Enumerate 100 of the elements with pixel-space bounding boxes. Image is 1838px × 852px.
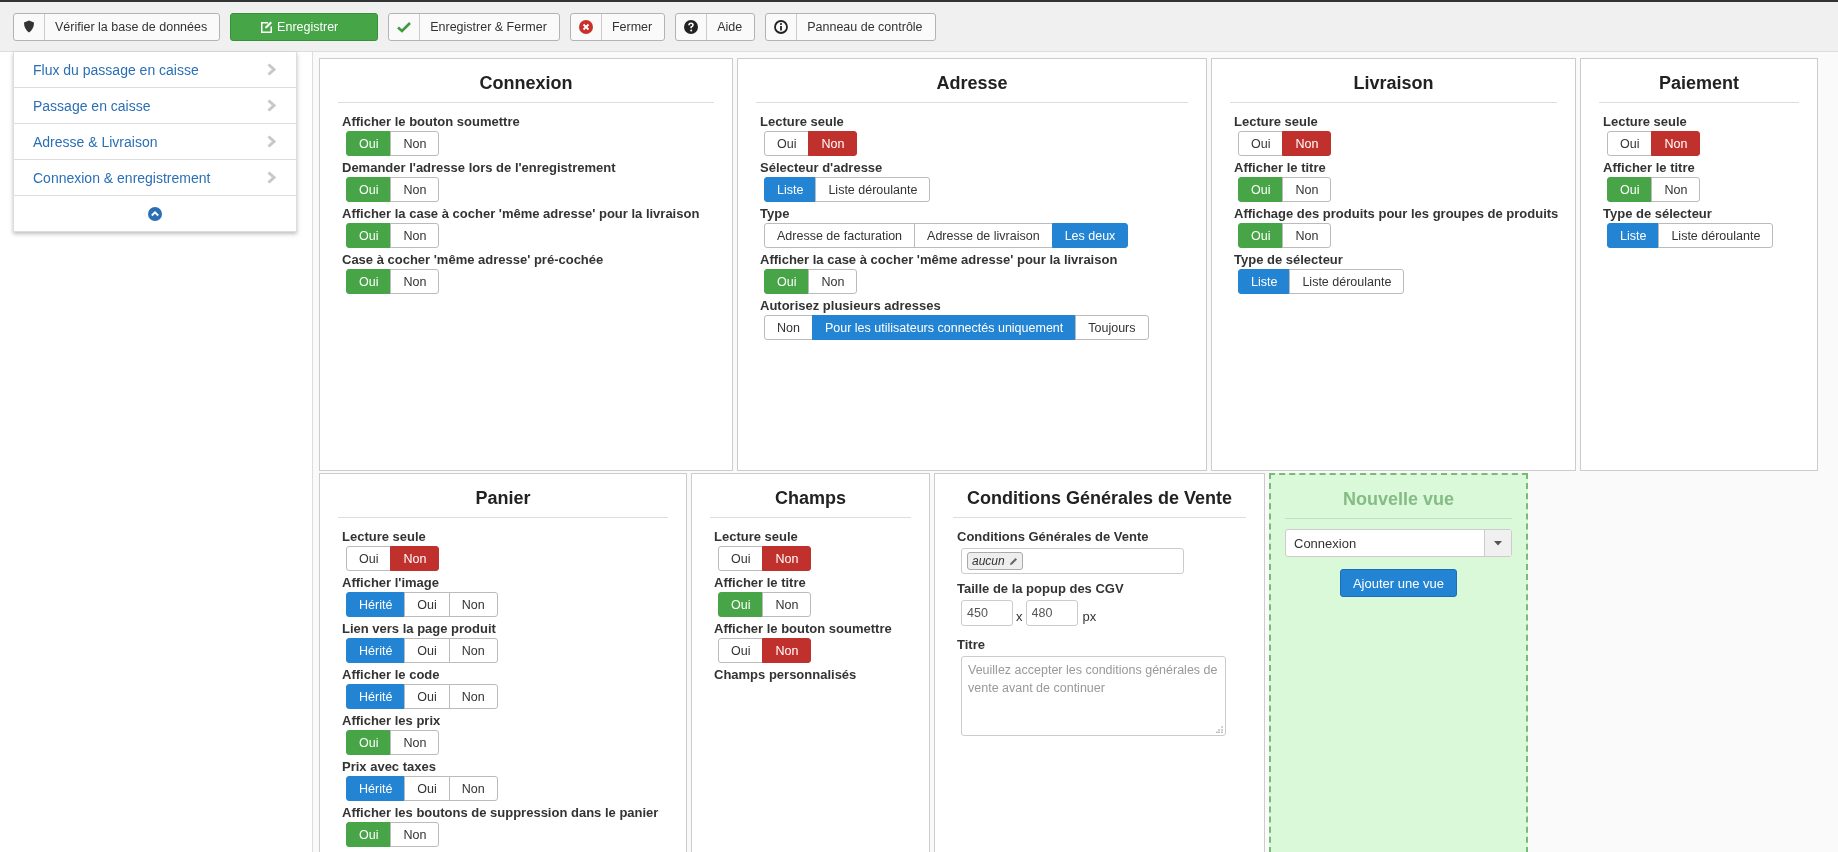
toggle-option[interactable]: Pour les utilisateurs connectés uniquement — [811, 315, 1077, 340]
check-icon — [397, 20, 412, 33]
unit-label: px — [1082, 607, 1097, 624]
toggle-option[interactable]: Oui — [404, 684, 450, 709]
setting-label: Affichage des produits pour les groupes de produits — [1234, 205, 1557, 222]
toggle-option[interactable]: Hérité — [346, 776, 406, 801]
toggle-option[interactable]: Non — [390, 546, 440, 571]
tag[interactable]: aucun — [967, 552, 1023, 570]
toggle-option[interactable]: Oui — [764, 131, 810, 156]
toggle-option[interactable]: Oui — [404, 592, 450, 617]
toggle-option[interactable]: Non — [390, 269, 440, 294]
toggle-option[interactable]: Hérité — [346, 592, 406, 617]
toggle-option[interactable]: Hérité — [346, 638, 406, 663]
panel-title: Conditions Générales de Vente — [953, 474, 1246, 518]
toggle-option[interactable]: Liste — [1607, 223, 1660, 248]
toggle-option[interactable]: Non — [448, 684, 498, 709]
collapse-up-icon[interactable] — [148, 206, 162, 221]
toggle-option[interactable]: Liste — [764, 177, 817, 202]
toggle-option[interactable]: Non — [1651, 177, 1701, 202]
chevron-right-icon — [267, 99, 276, 112]
tag-field[interactable]: aucun — [961, 548, 1184, 574]
toggle-option[interactable]: Oui — [718, 638, 764, 663]
toolbar-button[interactable]: Fermer — [569, 12, 666, 41]
toggle-option[interactable]: Liste déroulante — [1658, 223, 1774, 248]
setting-label: Afficher le bouton soumettre — [714, 620, 893, 637]
toggle-option[interactable]: Non — [1282, 223, 1332, 248]
setting-label: Afficher le titre — [714, 574, 807, 591]
toggle-option[interactable]: Adresse de livraison — [914, 223, 1053, 248]
toggle-option[interactable]: Non — [1282, 177, 1332, 202]
setting-label: Champs personnalisés — [714, 666, 858, 683]
setting-label: Prix avec taxes — [342, 758, 437, 775]
setting-label: Sélecteur d'adresse — [760, 159, 884, 176]
setting-label: Afficher l'image — [342, 574, 440, 591]
panel-title: Champs — [710, 474, 911, 518]
toolbar-button[interactable]: Vérifier la base de données — [13, 12, 221, 41]
toggle-option[interactable]: Les deux — [1051, 223, 1129, 248]
toggle-option[interactable]: Oui — [404, 638, 450, 663]
toggle-option[interactable]: Liste — [1238, 269, 1291, 294]
chevron-right-icon — [267, 171, 276, 184]
toggle-option[interactable]: Non — [762, 546, 812, 571]
toggle-option[interactable]: Non — [448, 592, 498, 617]
toggle-option[interactable]: Non — [1282, 131, 1332, 156]
resize-grip-icon[interactable] — [1216, 726, 1223, 733]
setting-label: Afficher le code — [342, 666, 441, 683]
toggle-option[interactable]: Non — [762, 638, 812, 663]
height-input[interactable]: 480 — [1025, 600, 1078, 626]
toggle-option[interactable]: Non — [390, 223, 440, 248]
toggle-option[interactable]: Adresse de facturation — [764, 223, 916, 248]
toggle-option[interactable]: Oui — [1607, 131, 1653, 156]
sidebar-item[interactable]: Connexion & enregistrement — [14, 160, 296, 196]
toggle-option[interactable]: Oui — [718, 546, 764, 571]
toggle-option[interactable]: Non — [762, 592, 812, 617]
panel-title: Panier — [338, 474, 668, 518]
chevron-right-icon — [267, 63, 276, 76]
toggle-option[interactable]: Hérité — [346, 684, 406, 709]
toggle-option[interactable]: Non — [808, 269, 858, 294]
toggle-option[interactable]: Non — [808, 131, 858, 156]
setting-label: Afficher la case à cocher 'même adresse' pour la livraison — [342, 205, 701, 222]
setting-label: Afficher la case à cocher 'même adresse' pour la livraison — [760, 251, 1119, 268]
toolbar-button[interactable]: Enregistrer & Fermer — [388, 12, 560, 41]
toolbar-button[interactable]: Panneau de contrôle — [765, 12, 936, 41]
panel-title: Adresse — [756, 59, 1188, 103]
add-view-button[interactable]: Ajouter une vue — [1339, 569, 1458, 597]
close-icon — [578, 19, 593, 34]
toggle-option[interactable]: Non — [764, 315, 813, 340]
panel-title: Livraison — [1230, 59, 1557, 103]
text-area[interactable]: Veuillez accepter les conditions générales de vente avant de continuer — [961, 656, 1226, 736]
width-input[interactable]: 450 — [961, 600, 1013, 626]
caret-icon — [1494, 540, 1502, 546]
toggle-option[interactable]: Non — [448, 638, 498, 663]
setting-label: Lecture seule — [1603, 113, 1688, 130]
toggle-option[interactable]: Non — [1651, 131, 1701, 156]
setting-label: Type de sélecteur — [1603, 205, 1713, 222]
setting-label: Afficher le titre — [1603, 159, 1696, 176]
view-select[interactable]: Connexion — [1285, 529, 1512, 557]
panel-title: Nouvelle vue — [1285, 475, 1512, 519]
toggle-option[interactable]: Oui — [404, 776, 450, 801]
toggle-option[interactable]: Non — [390, 131, 440, 156]
toggle-option[interactable]: Oui — [1238, 131, 1284, 156]
toggle-option[interactable]: Non — [390, 730, 440, 755]
setting-label: Demander l'adresse lors de l'enregistrement — [342, 159, 617, 176]
sidebar-item[interactable]: Flux du passage en caisse — [14, 52, 296, 88]
setting-label: Lecture seule — [760, 113, 845, 130]
toggle-option[interactable]: Toujours — [1075, 315, 1149, 340]
toggle-option[interactable]: Liste déroulante — [1289, 269, 1405, 294]
setting-label: Type de sélecteur — [1234, 251, 1344, 268]
toggle-option[interactable]: Non — [390, 822, 440, 847]
toggle-option[interactable]: Non — [448, 776, 498, 801]
sidebar-item[interactable]: Adresse & Livraison — [14, 124, 296, 160]
toggle-option[interactable]: Liste déroulante — [815, 177, 931, 202]
setting-label: Afficher le bouton soumettre — [342, 113, 521, 130]
toggle-option[interactable]: Non — [390, 177, 440, 202]
toolbar-button[interactable]: Aide — [675, 12, 756, 41]
info-icon — [774, 19, 789, 34]
panel-title: Connexion — [338, 59, 714, 103]
toggle-option[interactable]: Oui — [346, 546, 392, 571]
sidebar-item[interactable]: Passage en caisse — [14, 88, 296, 124]
setting-label: Lecture seule — [1234, 113, 1319, 130]
chevron-right-icon — [267, 135, 276, 148]
size-separator: x — [1016, 607, 1023, 624]
